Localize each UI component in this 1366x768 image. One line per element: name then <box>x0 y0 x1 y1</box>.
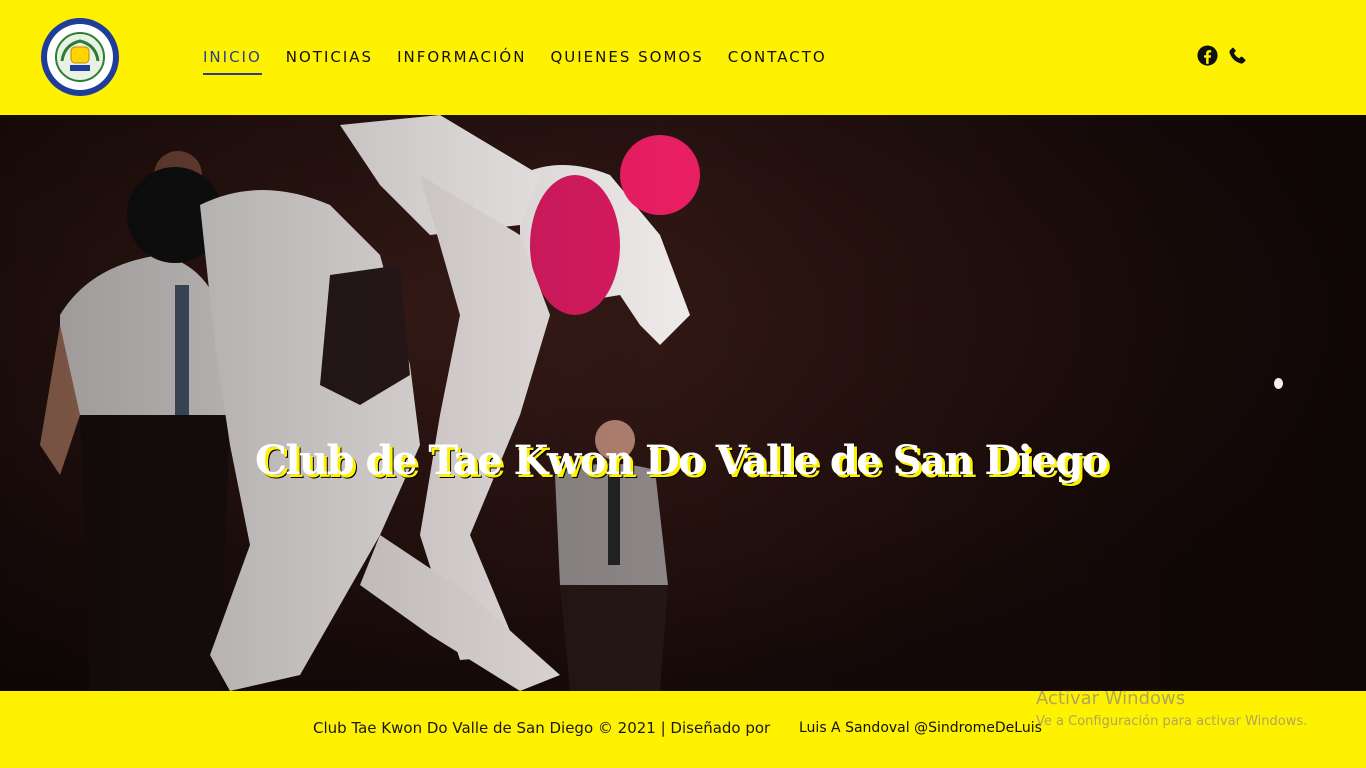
footer-designer-link[interactable]: Luis A Sandoval @SindromeDeLuis <box>799 720 1042 736</box>
taekwondo-sparring-photo <box>0 115 1366 691</box>
facebook-icon[interactable] <box>1197 45 1218 66</box>
hero-banner: Club de Tae Kwon Do Valle de San Diego <box>0 115 1366 691</box>
club-crest-icon <box>41 18 119 96</box>
footer-copyright: Club Tae Kwon Do Valle de San Diego © 20… <box>313 719 771 737</box>
activation-watermark-title: Activar Windows <box>1036 688 1186 709</box>
phone-icon[interactable] <box>1227 45 1248 66</box>
slider-indicator[interactable] <box>1274 378 1283 389</box>
site-header: INICIO NOTICIAS INFORMACIÓN QUIENES SOMO… <box>0 0 1366 115</box>
social-links <box>1197 45 1248 66</box>
club-logo[interactable] <box>40 17 120 97</box>
activation-watermark-subtitle: Ve a Configuración para activar Windows. <box>1036 714 1308 729</box>
main-nav: INICIO NOTICIAS INFORMACIÓN QUIENES SOMO… <box>203 47 851 75</box>
nav-inicio[interactable]: INICIO <box>203 47 262 75</box>
nav-contacto[interactable]: CONTACTO <box>728 47 827 73</box>
nav-noticias[interactable]: NOTICIAS <box>286 47 373 73</box>
nav-quienes-somos[interactable]: QUIENES SOMOS <box>550 47 703 73</box>
hero-title: Club de Tae Kwon Do Valle de San Diego <box>255 437 1108 484</box>
nav-informacion[interactable]: INFORMACIÓN <box>397 47 526 73</box>
